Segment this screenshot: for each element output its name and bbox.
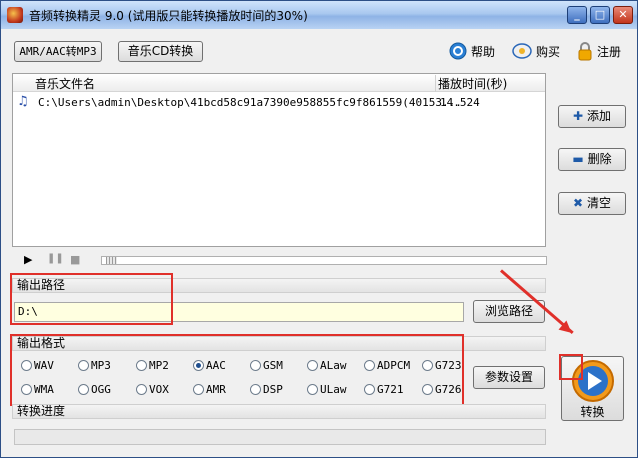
add-button[interactable]: ✚ 添加 <box>558 105 626 128</box>
register-link[interactable]: 注册 <box>577 41 621 61</box>
close-button[interactable]: ✕ <box>613 6 633 24</box>
buy-link[interactable]: 购买 <box>512 41 560 61</box>
column-filename[interactable]: 音乐文件名 <box>35 75 95 92</box>
highlight-box-convert <box>559 354 583 380</box>
amr-to-mp3-button[interactable]: AMR/AAC转MP3 <box>14 41 102 62</box>
minus-icon: ▬ <box>572 152 584 166</box>
x-icon: ✖ <box>573 196 584 210</box>
file-list[interactable]: 音乐文件名 播放时间(秒) ♫ C:\Users\admin\Desktop\4… <box>12 73 546 247</box>
register-label: 注册 <box>597 44 622 59</box>
convert-label: 转换 <box>580 405 605 419</box>
clear-button[interactable]: ✖ 清空 <box>558 192 626 215</box>
progress-section: 转换进度 <box>12 404 546 419</box>
delete-label: 删除 <box>587 152 612 166</box>
seek-thumb[interactable] <box>106 257 117 264</box>
column-duration[interactable]: 播放时间(秒) <box>435 75 507 92</box>
pause-icon[interactable]: ❚❚ <box>47 253 64 264</box>
title-bar[interactable]: 音频转换精灵 9.0 (试用版只能转换播放时间的30%) _ □ ✕ <box>1 1 637 29</box>
seek-slider[interactable] <box>101 256 547 265</box>
file-name-cell: C:\Users\admin\Desktop\41bcd58c91a7390e9… <box>38 96 462 109</box>
clear-label: 清空 <box>586 196 611 210</box>
maximize-button[interactable]: □ <box>590 6 610 24</box>
file-list-header: 音乐文件名 播放时间(秒) <box>13 74 545 92</box>
music-note-icon: ♫ <box>17 94 29 109</box>
help-label: 帮助 <box>471 44 496 59</box>
main-window: 音频转换精灵 9.0 (试用版只能转换播放时间的30%) _ □ ✕ AMR/A… <box>0 0 638 458</box>
buy-icon <box>512 43 532 59</box>
minimize-button[interactable]: _ <box>567 6 587 24</box>
conversion-progress-bar <box>14 429 546 445</box>
duration-cell: 14.524 <box>440 96 480 109</box>
cd-convert-button[interactable]: 音乐CD转换 <box>118 41 203 62</box>
browse-path-button[interactable]: 浏览路径 <box>473 300 545 323</box>
highlight-box-path <box>10 273 173 325</box>
plus-icon: ✚ <box>573 109 584 123</box>
window-title: 音频转换精灵 9.0 (试用版只能转换播放时间的30%) <box>29 9 308 23</box>
parameter-settings-button[interactable]: 参数设置 <box>473 366 545 389</box>
buy-label: 购买 <box>536 44 561 59</box>
highlight-box-format <box>10 334 464 406</box>
table-row[interactable]: ♫ C:\Users\admin\Desktop\41bcd58c91a7390… <box>13 93 545 111</box>
play-icon[interactable]: ▶ <box>24 253 32 266</box>
help-link[interactable]: 帮助 <box>449 41 495 61</box>
delete-button[interactable]: ▬ 删除 <box>558 148 626 171</box>
help-icon <box>449 42 467 60</box>
add-label: 添加 <box>586 109 611 123</box>
stop-icon[interactable]: ■ <box>70 253 80 266</box>
lock-icon <box>578 42 592 61</box>
app-icon <box>7 7 23 23</box>
